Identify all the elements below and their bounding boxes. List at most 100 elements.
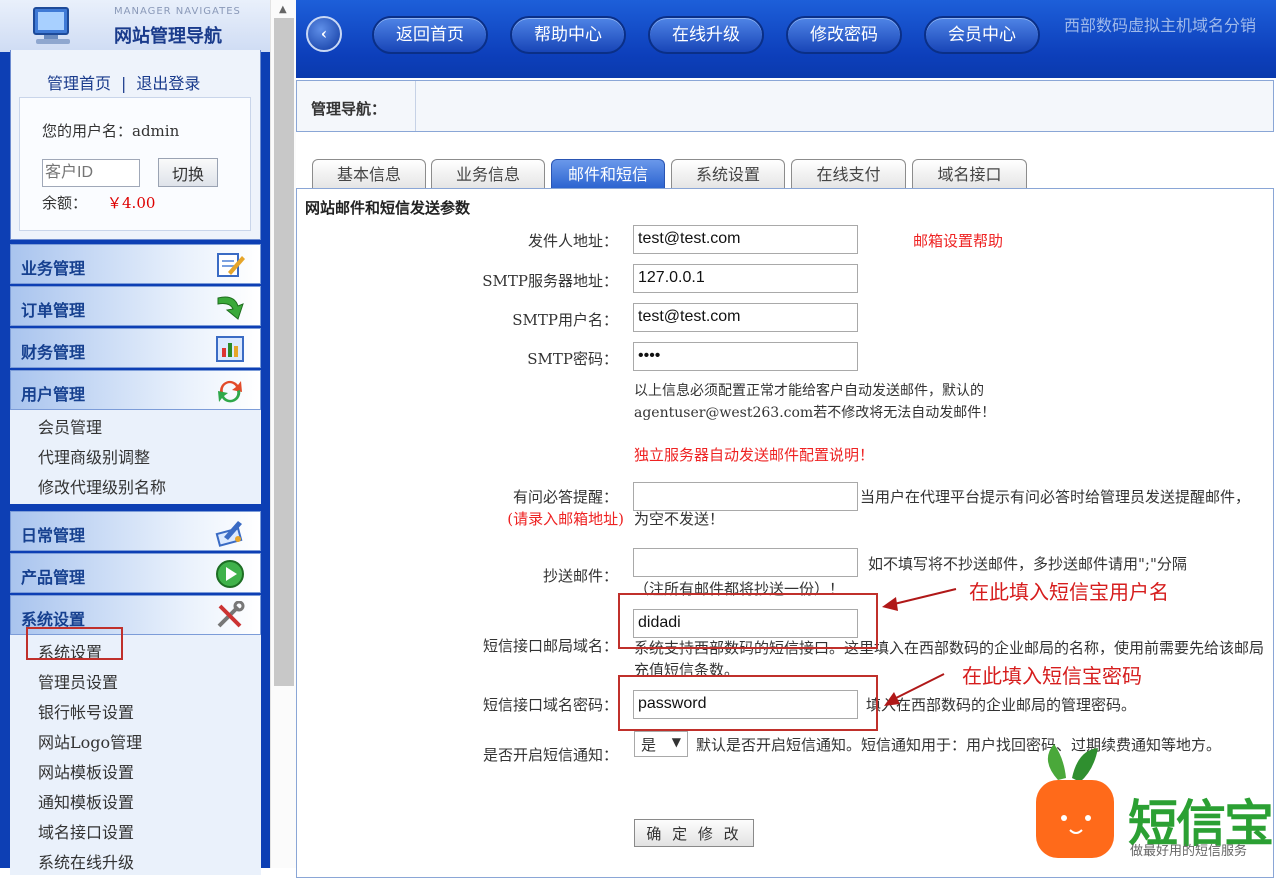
customer-id-input[interactable] xyxy=(42,159,140,187)
smtp-note-line-1: 以上信息必须配置正常才能给客户自动发送邮件，默认的 xyxy=(634,383,984,399)
sidebar-item-agent-level-rename[interactable]: 修改代理级别名称 xyxy=(38,474,166,498)
smtp-server-input[interactable]: 127.0.0.1 xyxy=(633,264,858,293)
sidebar-item-logo-management[interactable]: 网站Logo管理 xyxy=(38,729,142,753)
sidebar-item-member-management[interactable]: 会员管理 xyxy=(38,414,102,438)
sidebar-category-finance[interactable]: 财务管理 xyxy=(10,328,261,368)
highlight-box-sms-username xyxy=(618,593,878,649)
smtp-username-label: SMTP用户名： xyxy=(512,311,618,329)
pencil-form-icon xyxy=(217,253,245,277)
sidebar: MANAGER NAVIGATES 网站管理导航 管理首页 | 退出登录 您的用户名… xyxy=(0,0,270,875)
sidebar-item-template-settings[interactable]: 网站模板设置 xyxy=(38,759,134,783)
refresh-arrows-icon xyxy=(218,380,242,403)
smtp-username-input[interactable]: test@test.com xyxy=(633,303,858,332)
category-label: 财务管理 xyxy=(21,343,86,362)
smtp-password-label: SMTP密码： xyxy=(527,350,618,368)
sidebar-item-notice-templates[interactable]: 通知模板设置 xyxy=(38,789,134,813)
logo-english-text: MANAGER NAVIGATES xyxy=(114,6,241,17)
smtp-note-line-2: agentuser@west263.com若不修改将无法自动发邮件！ xyxy=(634,405,996,421)
annotation-arrow-icon xyxy=(884,673,945,706)
standalone-server-note-link[interactable]: 独立服务器自动发送邮件配置说明！ xyxy=(634,444,874,465)
back-arrow-icon[interactable]: ‹ xyxy=(306,16,342,52)
user-panel: 管理首页 | 退出登录 您的用户名：admin 切换 余额： ￥4.00 xyxy=(10,50,261,240)
category-label: 业务管理 xyxy=(21,259,86,278)
divider xyxy=(415,81,416,131)
sidebar-category-business[interactable]: 业务管理 xyxy=(10,244,261,284)
cc-email-input[interactable] xyxy=(633,548,858,577)
user-info-box: 您的用户名：admin 切换 余额： ￥4.00 xyxy=(19,97,251,231)
category-label: 产品管理 xyxy=(21,568,86,587)
wrench-tools-icon xyxy=(217,601,245,628)
sidebar-category-daily[interactable]: 日常管理 xyxy=(10,511,261,551)
logout-link[interactable]: 退出登录 xyxy=(136,74,200,93)
sidebar-category-orders[interactable]: 订单管理 xyxy=(10,286,261,326)
smtp-password-input[interactable]: •••• xyxy=(633,342,858,371)
tab-business-info[interactable]: 业务信息 xyxy=(431,159,545,189)
category-label: 日常管理 xyxy=(21,526,86,545)
sidebar-item-admin-settings[interactable]: 管理员设置 xyxy=(38,669,118,693)
switch-button[interactable]: 切换 xyxy=(158,158,218,187)
annotation-password-hint: 在此填入短信宝密码 xyxy=(962,664,1142,688)
tab-domain-api[interactable]: 域名接口 xyxy=(912,159,1027,189)
nav-home-button[interactable]: 返回首页 xyxy=(372,16,488,54)
tab-system-settings[interactable]: 系统设置 xyxy=(671,159,785,189)
sms-domain-password-label: 短信接口域名密码： xyxy=(482,696,618,714)
sidebar-category-users[interactable]: 用户管理 xyxy=(10,370,261,410)
link-separator: | xyxy=(121,74,127,93)
sidebar-scrollbar[interactable]: ▲ xyxy=(270,0,296,868)
chart-window-icon xyxy=(216,336,244,362)
home-link[interactable]: 管理首页 xyxy=(47,74,111,93)
sender-address-input[interactable]: test@test.com xyxy=(633,225,858,254)
qa-reminder-hint: (请录入邮箱地址) xyxy=(507,510,624,528)
category-label: 用户管理 xyxy=(21,385,86,404)
username-text: 您的用户名：admin xyxy=(42,122,180,140)
cc-email-label: 抄送邮件： xyxy=(542,567,618,585)
logo-title: 网站管理导航 xyxy=(114,26,222,47)
sidebar-item-online-upgrade[interactable]: 系统在线升级 xyxy=(38,849,134,873)
play-circle-icon xyxy=(216,560,244,588)
cc-note-line-1: 如不填写将不抄送邮件，多抄送邮件请用";"分隔 xyxy=(868,555,1187,573)
tab-basic-info[interactable]: 基本信息 xyxy=(312,159,426,189)
qa-reminder-label: 有问必答提醒： xyxy=(512,488,618,506)
nav-help-button[interactable]: 帮助中心 xyxy=(510,16,626,54)
sidebar-item-bank-accounts[interactable]: 银行帐号设置 xyxy=(38,699,134,723)
submit-button[interactable]: 确 定 修 改 xyxy=(634,819,754,847)
sidebar-category-products[interactable]: 产品管理 xyxy=(10,553,261,593)
tab-online-payment[interactable]: 在线支付 xyxy=(791,159,906,189)
carrot-mascot-icon xyxy=(1036,744,1114,858)
computer-icon xyxy=(33,7,70,44)
highlight-box-system-settings xyxy=(26,627,123,660)
smtp-note: 以上信息必须配置正常才能给客户自动发送邮件，默认的 agentuser@west… xyxy=(634,380,1254,424)
sidebar-item-agent-level-adjust[interactable]: 代理商级别调整 xyxy=(38,444,150,468)
site-title: 西部数码虚拟主机域名分销 xyxy=(1064,16,1257,35)
category-label: 订单管理 xyxy=(21,301,86,320)
annotation-arrow-icon xyxy=(882,588,957,611)
scroll-up-arrow-icon[interactable]: ▲ xyxy=(279,4,287,15)
nav-member-center-button[interactable]: 会员中心 xyxy=(924,16,1040,54)
balance-row: 余额： ￥4.00 xyxy=(42,192,155,213)
highlight-box-sms-password xyxy=(618,675,878,731)
panel-heading: 网站邮件和短信发送参数 xyxy=(305,199,471,217)
watermark-logo: 短信宝 做最好用的短信服务 xyxy=(1020,740,1276,868)
scrollbar-thumb[interactable] xyxy=(274,18,294,686)
sender-address-label: 发件人地址： xyxy=(527,232,618,250)
annotation-username-hint: 在此填入短信宝用户名 xyxy=(969,580,1169,604)
nav-upgrade-button[interactable]: 在线升级 xyxy=(648,16,764,54)
breadcrumb-label: 管理导航： xyxy=(311,100,387,118)
qa-reminder-note: 当用户在代理平台提示有问必答时给管理员发送提醒邮件，为空不发送！ xyxy=(634,488,1251,528)
tab-mail-sms[interactable]: 邮件和短信 xyxy=(551,159,665,189)
breadcrumb: 管理导航： xyxy=(296,80,1274,132)
pen-tool-icon xyxy=(215,521,243,547)
top-navigation-bar: ‹ 返回首页 帮助中心 在线升级 修改密码 会员中心 西部数码虚拟主机域名分销 xyxy=(296,0,1276,78)
logo: MANAGER NAVIGATES 网站管理导航 xyxy=(0,0,270,52)
sidebar-item-domain-api[interactable]: 域名接口设置 xyxy=(38,819,134,843)
system-submenu: 系统设置 管理员设置 银行帐号设置 网站Logo管理 网站模板设置 通知模板设置… xyxy=(10,635,261,875)
balance-value: ￥4.00 xyxy=(107,194,156,212)
watermark-slogan: 做最好用的短信服务 xyxy=(1130,844,1248,859)
mail-settings-help-link[interactable]: 邮箱设置帮助 xyxy=(913,230,1003,251)
smtp-server-label: SMTP服务器地址： xyxy=(482,272,618,290)
user-submenu: 会员管理 代理商级别调整 修改代理级别名称 xyxy=(10,410,261,504)
sms-notify-label: 是否开启短信通知： xyxy=(482,746,618,764)
sms-mail-domain-label: 短信接口邮局域名： xyxy=(482,637,618,655)
green-arrow-icon xyxy=(217,296,244,320)
nav-change-password-button[interactable]: 修改密码 xyxy=(786,16,902,54)
